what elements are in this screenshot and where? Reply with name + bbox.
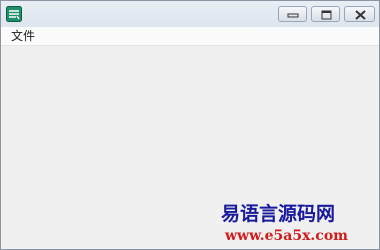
app-window: 文件 易语言源码网 www.e5a5x.com (0, 0, 380, 250)
maximize-button[interactable] (311, 6, 340, 22)
close-icon (355, 10, 366, 20)
watermark-title: 易语言源码网 (221, 203, 336, 225)
menu-item-file[interactable]: 文件 (11, 28, 35, 44)
maximize-icon (321, 10, 332, 20)
menu-bar: 文件 (1, 27, 379, 46)
title-bar[interactable] (1, 1, 379, 27)
minimize-button[interactable] (278, 6, 307, 22)
close-button[interactable] (344, 6, 375, 22)
app-icon[interactable] (6, 6, 22, 22)
watermark-url: www.e5a5x.com (225, 228, 348, 244)
minimize-icon (287, 13, 299, 18)
